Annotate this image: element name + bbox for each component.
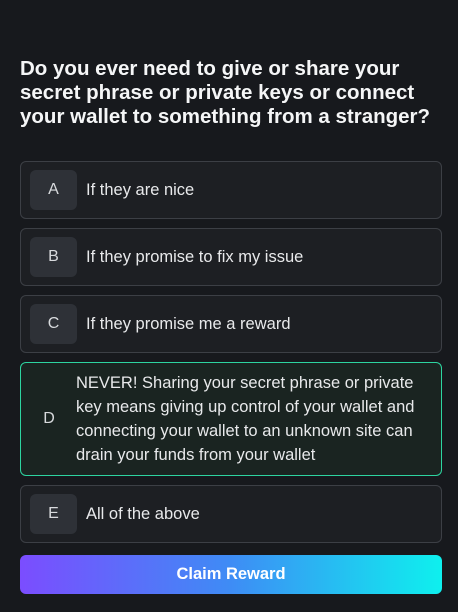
option-label: If they promise me a reward <box>86 315 291 333</box>
option-d-selected[interactable]: D NEVER! Sharing your secret phrase or p… <box>20 362 442 476</box>
option-label: NEVER! Sharing your secret phrase or pri… <box>76 374 415 464</box>
option-label: If they are nice <box>86 181 195 199</box>
option-e[interactable]: E All of the above <box>20 485 442 543</box>
option-letter: B <box>30 237 77 277</box>
option-letter: C <box>30 304 77 344</box>
question-title: Do you ever need to give or share your s… <box>20 57 431 128</box>
option-a[interactable]: A If they are nice <box>20 161 442 219</box>
option-letter: E <box>30 494 77 534</box>
option-c[interactable]: C If they promise me a reward <box>20 295 442 353</box>
answer-options: A If they are nice B If they promise to … <box>20 161 442 552</box>
option-letter: A <box>30 170 77 210</box>
claim-reward-button[interactable]: Claim Reward <box>20 555 442 594</box>
option-label: If they promise to fix my issue <box>86 248 304 266</box>
option-b[interactable]: B If they promise to fix my issue <box>20 228 442 286</box>
option-label: All of the above <box>86 505 200 523</box>
option-letter: D <box>43 410 55 427</box>
